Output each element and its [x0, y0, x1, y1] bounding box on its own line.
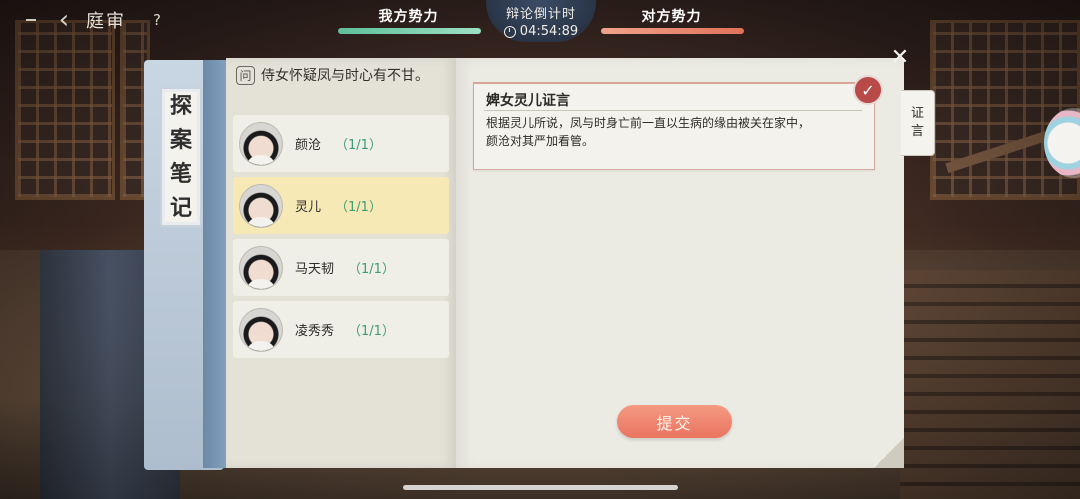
character-name: 灵儿: [295, 200, 322, 215]
check-badge-icon[interactable]: ✓: [853, 75, 883, 105]
timer-label: 辩论倒计时: [505, 7, 576, 22]
tag-char: 探: [169, 93, 192, 119]
question-row: 问 侍女怀疑凤与时心有不甘。: [236, 64, 452, 86]
notebook-title-tag: 探 案 笔 记: [160, 87, 202, 227]
character-item[interactable]: 凌秀秀 （1/1）: [233, 301, 449, 358]
character-avatar: [239, 183, 283, 228]
character-name: 凌秀秀: [295, 324, 335, 339]
submit-button[interactable]: 提交: [617, 405, 732, 438]
question-icon: 问: [236, 65, 255, 85]
help-icon[interactable]: ?: [146, 9, 168, 31]
character-item[interactable]: 马天韧 （1/1）: [233, 239, 449, 296]
character-count: （1/1）: [348, 324, 395, 339]
character-list: 颜沧 （1/1） 灵儿 （1/1） 马天韧 （1/1） 凌秀秀 （1/1）: [233, 115, 449, 358]
evidence-divider: [484, 110, 862, 111]
character-name: 颜沧: [295, 138, 322, 153]
question-text: 侍女怀疑凤与时心有不甘。: [261, 68, 429, 84]
character-count: （1/1）: [348, 262, 395, 277]
tab-char: 言: [910, 124, 924, 139]
evidence-line: 根据灵儿所说，凤与时身亡前一直以生病的缘由被关在家中，: [486, 116, 811, 130]
tag-char: 记: [169, 195, 192, 221]
character-count: （1/1）: [335, 138, 382, 153]
debate-timer: 辩论倒计时 04:54:89: [486, 0, 596, 42]
clock-icon: [503, 25, 516, 38]
character-name: 马天韧: [295, 262, 335, 277]
their-side-panel: 对方势力: [599, 0, 744, 40]
tab-testimony[interactable]: 证 言: [901, 90, 935, 156]
timer-value: 04:54:89: [519, 24, 579, 39]
evidence-line: 颜沧对其严加看管。: [486, 134, 595, 148]
tag-char: 案: [169, 127, 192, 153]
their-side-bar: [601, 28, 744, 34]
evidence-title: 婢女灵儿证言: [486, 93, 570, 109]
character-avatar: [239, 307, 283, 352]
character-count: （1/1）: [335, 200, 382, 215]
character-avatar: [239, 121, 283, 166]
our-side-label: 我方势力: [378, 9, 439, 25]
tab-char: 证: [910, 106, 924, 121]
evidence-body: 根据灵儿所说，凤与时身亡前一直以生病的缘由被关在家中， 颜沧对其严加看管。: [486, 114, 866, 150]
home-indicator[interactable]: [403, 485, 678, 490]
debate-status-bar: 我方势力 辩论倒计时 04:54:89 对方势力: [336, 0, 744, 42]
tag-char: 笔: [169, 161, 192, 187]
their-side-label: 对方势力: [641, 9, 702, 25]
close-icon[interactable]: ✕: [888, 46, 912, 70]
our-side-panel: 我方势力: [336, 0, 481, 40]
top-nav: ‹ 庭审 ?: [20, 6, 168, 34]
menu-icon[interactable]: [20, 9, 42, 31]
character-avatar: [239, 245, 283, 290]
character-item-selected[interactable]: 灵儿 （1/1）: [233, 177, 449, 234]
character-item[interactable]: 颜沧 （1/1）: [233, 115, 449, 172]
our-side-bar: [338, 28, 481, 34]
page-title: 庭审: [86, 11, 126, 32]
evidence-card[interactable]: 婢女灵儿证言 根据灵儿所说，凤与时身亡前一直以生病的缘由被关在家中， 颜沧对其严…: [473, 82, 875, 170]
back-arrow-icon[interactable]: ‹: [52, 7, 76, 33]
timer-row: 04:54:89: [486, 24, 596, 39]
